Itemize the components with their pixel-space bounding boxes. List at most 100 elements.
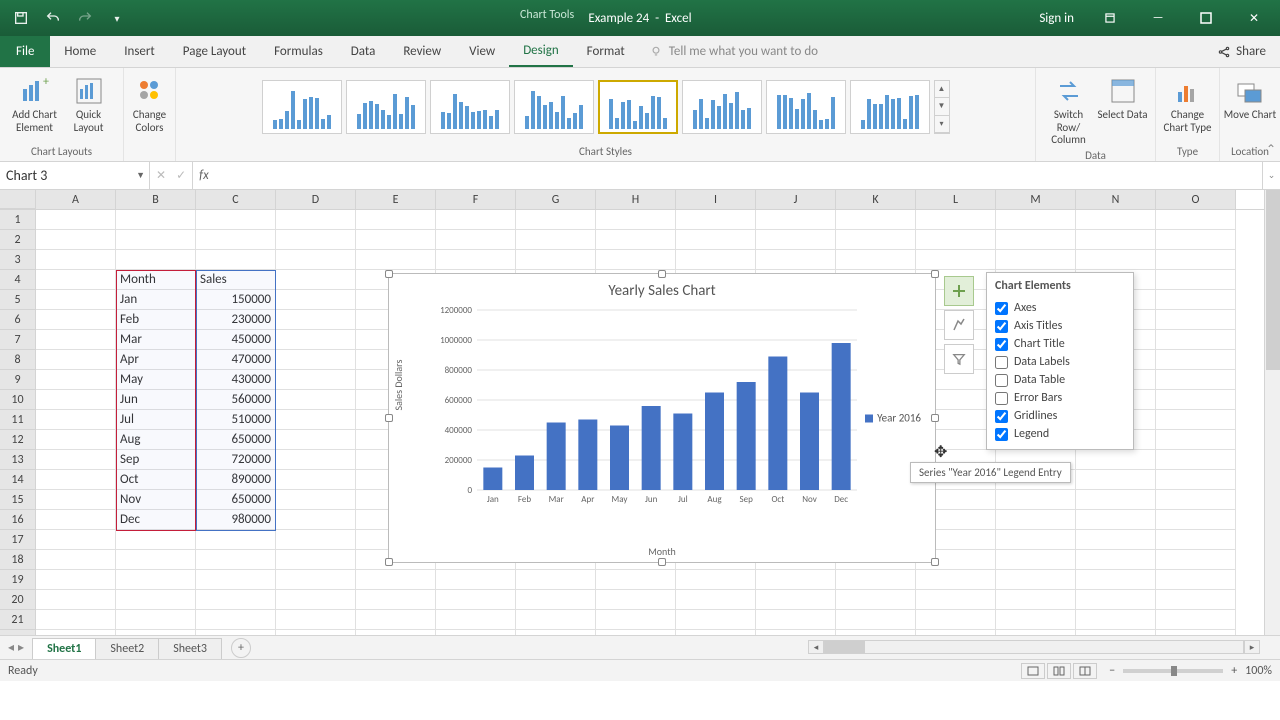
zoom-out-icon[interactable]: − [1109, 664, 1115, 678]
signin-link[interactable]: Sign in [1039, 11, 1074, 26]
tab-design[interactable]: Design [509, 36, 572, 67]
cell[interactable] [276, 590, 356, 610]
cell[interactable] [1156, 370, 1236, 390]
row-header[interactable]: 19 [0, 570, 36, 590]
cell[interactable] [916, 610, 996, 630]
cell[interactable] [1076, 570, 1156, 590]
cell[interactable] [1156, 510, 1236, 530]
column-header[interactable]: H [596, 190, 676, 209]
cell[interactable] [516, 210, 596, 230]
sheet-tab[interactable]: Sheet3 [158, 638, 222, 659]
cell[interactable] [916, 210, 996, 230]
sheet-tab[interactable]: Sheet2 [95, 638, 159, 659]
cell[interactable] [116, 210, 196, 230]
resize-handle[interactable] [385, 558, 393, 566]
cell[interactable] [996, 550, 1076, 570]
nav-last-icon[interactable]: ▸ [18, 640, 24, 655]
cell[interactable] [1156, 270, 1236, 290]
cell[interactable] [436, 230, 516, 250]
cell[interactable] [116, 610, 196, 630]
cell[interactable] [596, 250, 676, 270]
row-header[interactable]: 2 [0, 230, 36, 250]
checkbox[interactable] [995, 338, 1008, 351]
select-data-button[interactable]: Select Data [1096, 71, 1150, 147]
cell[interactable] [756, 610, 836, 630]
sheet-tab[interactable]: Sheet1 [32, 638, 96, 659]
cell[interactable] [276, 530, 356, 550]
cell[interactable] [436, 210, 516, 230]
cell[interactable] [516, 610, 596, 630]
page-layout-view-icon[interactable] [1047, 663, 1071, 679]
tab-view[interactable]: View [455, 36, 509, 67]
row-header[interactable]: 9 [0, 370, 36, 390]
cell[interactable] [1076, 230, 1156, 250]
chart-style-thumb[interactable] [346, 80, 426, 134]
chart-style-thumb[interactable] [430, 80, 510, 134]
row-header[interactable]: 14 [0, 470, 36, 490]
cell[interactable] [36, 330, 116, 350]
cell[interactable] [276, 490, 356, 510]
cell[interactable] [1156, 310, 1236, 330]
cell[interactable] [36, 270, 116, 290]
cell[interactable] [36, 530, 116, 550]
scrollbar-thumb[interactable] [1266, 190, 1280, 370]
row-header[interactable]: 1 [0, 210, 36, 230]
row-header[interactable]: 15 [0, 490, 36, 510]
cell[interactable] [36, 550, 116, 570]
tab-insert[interactable]: Insert [110, 36, 169, 67]
row-header[interactable]: 10 [0, 390, 36, 410]
add-sheet-button[interactable]: + [231, 638, 251, 658]
cell[interactable] [676, 570, 756, 590]
cell[interactable] [196, 590, 276, 610]
column-header[interactable]: K [836, 190, 916, 209]
cell[interactable] [596, 590, 676, 610]
cell[interactable] [36, 370, 116, 390]
row-header[interactable]: 3 [0, 250, 36, 270]
row-header[interactable]: 18 [0, 550, 36, 570]
chevron-down-icon[interactable]: ▼ [136, 170, 145, 181]
cell[interactable] [36, 350, 116, 370]
cell[interactable] [756, 210, 836, 230]
tab-data[interactable]: Data [337, 36, 390, 67]
expand-formula-icon[interactable]: ⌄ [1262, 162, 1280, 189]
cell[interactable] [1076, 470, 1156, 490]
chart-styles-button[interactable] [944, 310, 974, 340]
cell[interactable] [1156, 330, 1236, 350]
cell[interactable] [116, 590, 196, 610]
cell[interactable] [1156, 570, 1236, 590]
row-header[interactable]: 12 [0, 430, 36, 450]
column-header[interactable]: L [916, 190, 996, 209]
share-button[interactable]: Share [1217, 36, 1266, 67]
cell[interactable] [1076, 250, 1156, 270]
cell[interactable] [516, 590, 596, 610]
cell[interactable] [1156, 490, 1236, 510]
cell[interactable] [1156, 350, 1236, 370]
cell[interactable] [1076, 610, 1156, 630]
cell[interactable] [1156, 410, 1236, 430]
cell[interactable] [36, 390, 116, 410]
cell[interactable] [756, 230, 836, 250]
column-header[interactable]: B [116, 190, 196, 209]
chart-element-option[interactable]: Legend [995, 425, 1125, 443]
scroll-left-icon[interactable]: ◂ [808, 640, 824, 654]
cell[interactable] [276, 390, 356, 410]
checkbox[interactable] [995, 320, 1008, 333]
cell[interactable] [516, 250, 596, 270]
cell[interactable] [996, 210, 1076, 230]
chart-legend[interactable]: Year 2016 [865, 412, 921, 425]
cell[interactable] [1076, 490, 1156, 510]
ribbon-options-icon[interactable] [1088, 0, 1132, 36]
cell[interactable] [596, 210, 676, 230]
cell[interactable] [36, 230, 116, 250]
cell[interactable] [276, 430, 356, 450]
scroll-right-icon[interactable]: ▸ [1244, 640, 1260, 654]
cell[interactable] [356, 570, 436, 590]
zoom-slider[interactable] [1123, 669, 1223, 673]
cell[interactable] [276, 450, 356, 470]
horizontal-scrollbar[interactable] [824, 640, 1244, 654]
chart-element-option[interactable]: Chart Title [995, 335, 1125, 353]
row-header[interactable]: 13 [0, 450, 36, 470]
cell[interactable] [1156, 230, 1236, 250]
checkbox[interactable] [995, 428, 1008, 441]
cell[interactable] [276, 470, 356, 490]
